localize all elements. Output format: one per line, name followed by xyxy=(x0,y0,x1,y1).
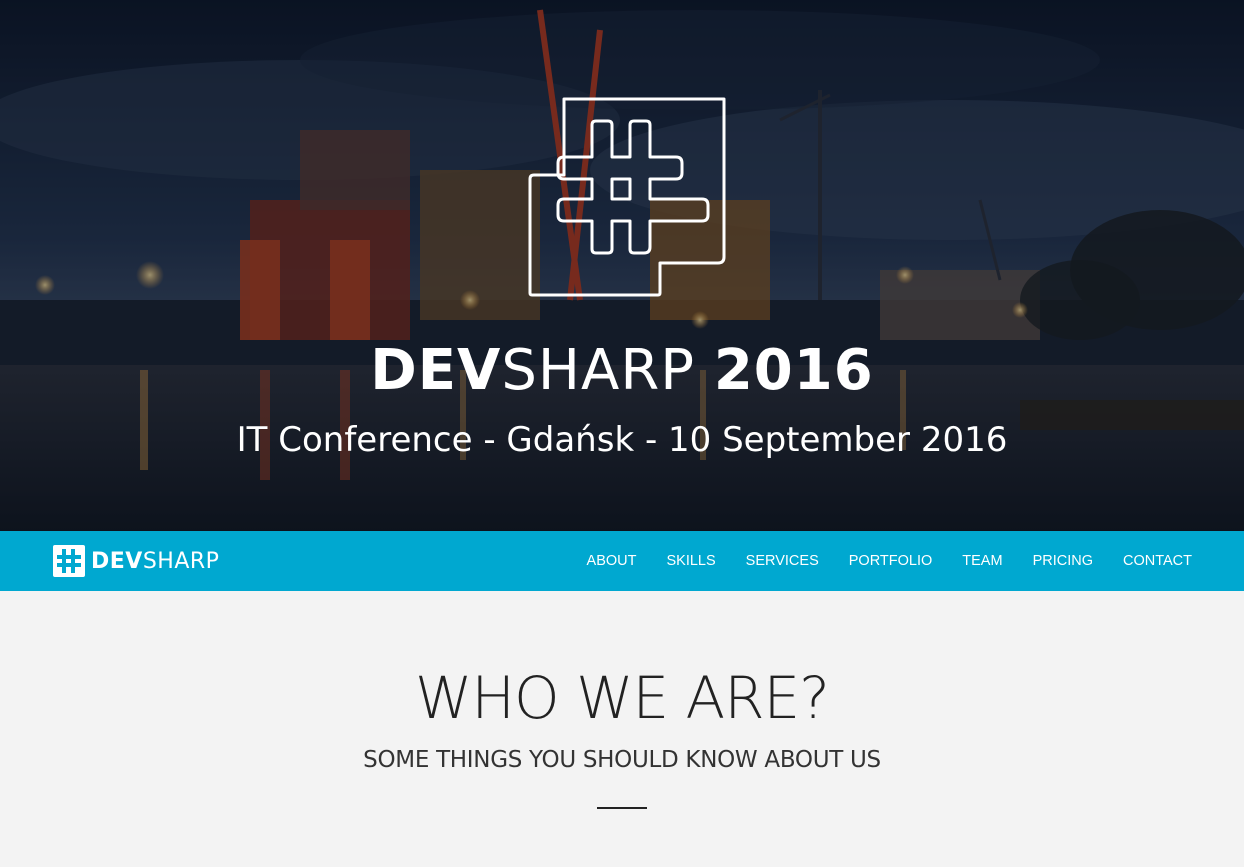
about-subtitle: SOME THINGS YOU SHOULD KNOW ABOUT US xyxy=(363,747,881,773)
nav-item-portfolio[interactable]: PORTFOLIO xyxy=(849,553,933,569)
brand-name: DEVSHARP xyxy=(91,549,219,574)
nav-menu: ABOUT SKILLS SERVICES PORTFOLIO TEAM PRI… xyxy=(557,531,1192,591)
hero-title-year: 2016 xyxy=(713,338,874,403)
hero-subtitle: IT Conference - Gdańsk - 10 September 20… xyxy=(236,420,1008,460)
nav-item-services[interactable]: SERVICES xyxy=(746,553,819,569)
nav-item-contact[interactable]: CONTACT xyxy=(1123,553,1192,569)
hero-section: DEVSHARP 2016 IT Conference - Gdańsk - 1… xyxy=(0,0,1244,531)
section-divider xyxy=(597,807,647,809)
nav-item-about[interactable]: ABOUT xyxy=(587,553,637,569)
brand-name-sharp: SHARP xyxy=(142,548,220,574)
puzzle-hash-icon xyxy=(53,545,85,577)
hero-title: DEVSHARP 2016 xyxy=(0,336,1244,406)
brand-logo-link[interactable]: DEVSHARP xyxy=(53,544,219,578)
main-navbar: DEVSHARP ABOUT SKILLS SERVICES PORTFOLIO… xyxy=(0,531,1244,591)
hero-title-sharp: SHARP xyxy=(501,338,696,403)
about-title: WHO WE ARE? xyxy=(415,664,830,732)
nav-item-skills[interactable]: SKILLS xyxy=(667,553,716,569)
nav-item-team[interactable]: TEAM xyxy=(962,553,1002,569)
puzzle-hash-icon xyxy=(528,97,726,297)
nav-item-pricing[interactable]: PRICING xyxy=(1033,553,1093,569)
brand-name-dev: DEV xyxy=(91,548,143,574)
hero-title-dev: DEV xyxy=(370,338,502,403)
about-section: WHO WE ARE? SOME THINGS YOU SHOULD KNOW … xyxy=(0,591,1244,867)
